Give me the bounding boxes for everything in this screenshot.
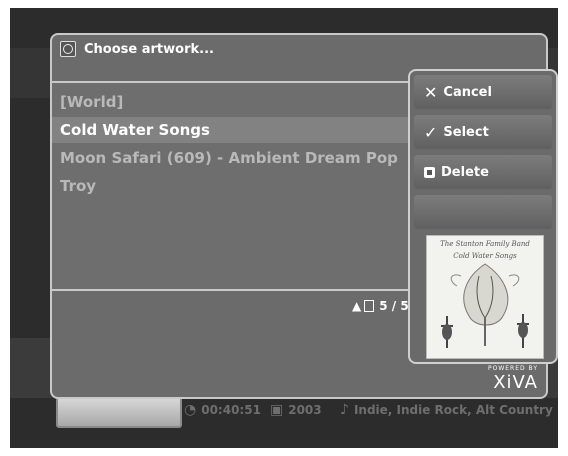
xiva-logo: POWERED BY XiVA <box>488 365 538 393</box>
empty-menu-slot <box>414 195 552 229</box>
stop-square-icon <box>424 166 435 178</box>
list-item[interactable]: Moon Safari (609) - Ambient Dream Pop <box>60 149 398 167</box>
artwork-illustration <box>441 263 529 348</box>
year-meta: ▣ 2003 <box>270 402 322 418</box>
close-icon: ✕ <box>424 82 438 102</box>
dialog-title-text: Choose artwork... <box>84 41 214 57</box>
cancel-label: Cancel <box>443 84 492 100</box>
disc-icon <box>60 41 76 57</box>
clock-icon: ◔ <box>184 402 197 418</box>
up-arrow-icon[interactable]: ▲ <box>352 299 361 313</box>
year-text: 2003 <box>288 403 322 417</box>
select-label: Select <box>443 124 489 140</box>
calendar-icon: ▣ <box>270 402 284 418</box>
duration-meta: ◔ 00:40:51 <box>184 402 261 418</box>
delete-label: Delete <box>441 164 489 180</box>
album-artwork: The Stanton Family Band Cold Water Songs <box>426 235 544 359</box>
list-item[interactable]: Troy <box>60 177 96 195</box>
page-indicator: ▲ 5 / 5 <box>352 299 409 313</box>
select-button[interactable]: ✓ Select <box>414 115 552 149</box>
brand-text: XiVA <box>493 372 538 393</box>
genre-text: Indie, Indie Rock, Alt Country <box>353 403 553 417</box>
powered-by-text: POWERED BY <box>487 365 538 372</box>
music-note-icon: ♪ <box>340 402 349 418</box>
list-item[interactable]: [World] <box>60 93 123 111</box>
action-menu: ✕ Cancel ✓ Select Delete The Stanton Fam… <box>408 69 558 364</box>
delete-button[interactable]: Delete <box>414 155 552 189</box>
genre-meta: ♪ Indie, Indie Rock, Alt Country <box>340 402 553 418</box>
duration-text: 00:40:51 <box>201 403 261 417</box>
page-indicator-text: 5 / 5 <box>379 299 409 313</box>
dialog-title: Choose artwork... <box>60 41 214 57</box>
list-item[interactable]: Cold Water Songs <box>60 121 210 139</box>
cancel-button[interactable]: ✕ Cancel <box>414 75 552 109</box>
page-icon <box>364 300 375 312</box>
background-album-thumb <box>56 396 182 428</box>
screen: ◔ 00:40:51 ▣ 2003 ♪ Indie, Indie Rock, A… <box>10 8 558 448</box>
check-icon: ✓ <box>424 122 438 142</box>
